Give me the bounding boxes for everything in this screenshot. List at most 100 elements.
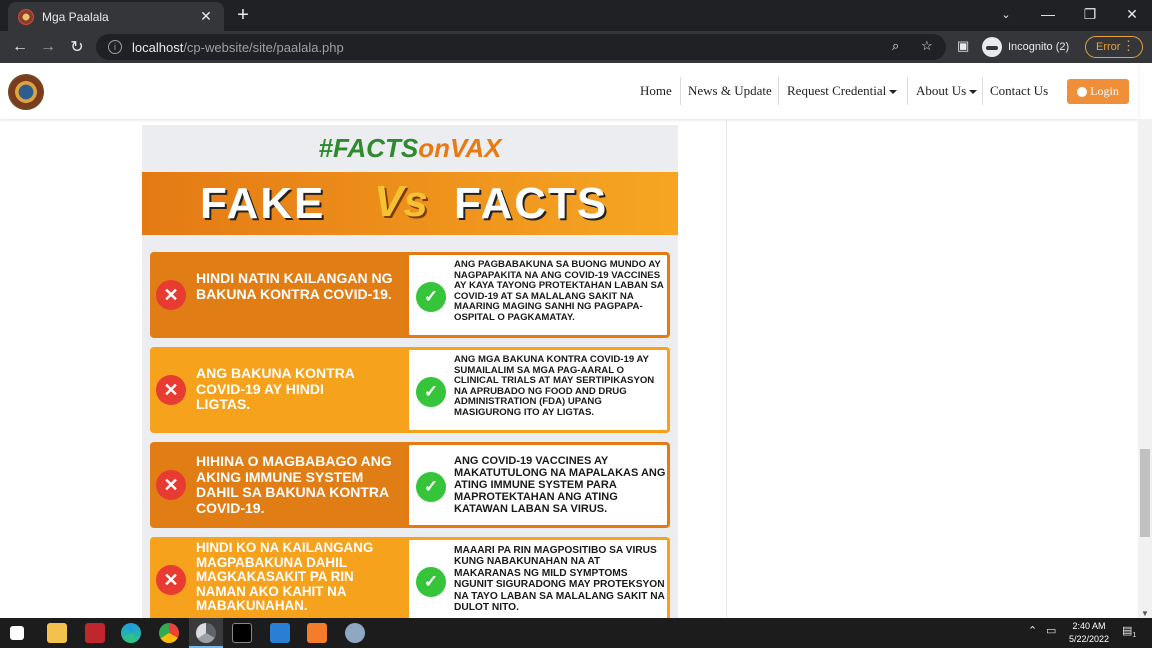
facts-on-vax-poster: #FACTSonVAX FAKE Vs FACTS ✕ HINDI NATIN … [142, 125, 678, 618]
banner-fake: FAKE [200, 179, 326, 228]
vscode-icon[interactable] [270, 623, 290, 643]
hashtag-on: on [418, 133, 450, 163]
incognito-label: Incognito (2) [1008, 41, 1070, 53]
fact-text: MAAARI PA RIN MAGPOSITIBO SA VIRUS KUNG … [454, 545, 665, 614]
hashtag-facts: #FACTS [318, 133, 419, 163]
minimize-button[interactable]: — [1028, 0, 1068, 28]
browser-tab[interactable]: Mga Paalala ✕ [8, 2, 224, 31]
tab-close-icon[interactable]: ✕ [198, 8, 214, 25]
myth-text: HINDI KO NA KAILANGANG MAGPABAKUNA DAHIL… [196, 540, 374, 613]
address-bar[interactable]: i localhost/cp-website/site/paalala.php [96, 34, 946, 60]
notification-icon[interactable]: ▤1 [1122, 624, 1136, 639]
myth-fact-row: ✕ HINDI NATIN KAILANGAN NG BAKUNA KONTRA… [150, 252, 670, 338]
nav-divider [778, 77, 779, 105]
nav-contact-us[interactable]: Contact Us [990, 83, 1048, 99]
bookmark-star-icon[interactable]: ☆ [921, 38, 933, 54]
check-mark-icon: ✓ [416, 472, 446, 502]
new-tab-button[interactable]: + [232, 5, 254, 27]
tray-chevron-up-icon[interactable]: ⌃ [1028, 624, 1037, 637]
tab-search-icon[interactable]: ⌄ [986, 0, 1026, 28]
login-button[interactable]: Login [1067, 79, 1129, 104]
caret-down-icon [969, 90, 978, 95]
login-label: Login [1090, 84, 1119, 98]
x-mark-icon: ✕ [156, 470, 186, 500]
nav-divider [680, 77, 681, 105]
reload-icon[interactable]: ↻ [65, 35, 89, 59]
clock-date: 5/22/2022 [1068, 634, 1110, 644]
fake-vs-facts-banner: FAKE Vs FACTS [142, 172, 678, 235]
hashtag-vax: VAX [449, 133, 502, 163]
nav-request-credential[interactable]: Request Credential [787, 83, 898, 99]
myth-text: HINDI NATIN KAILANGAN NG BAKUNA KONTRA C… [196, 270, 393, 302]
myth-panel: ✕ ANG BAKUNA KONTRA COVID-19 AY HINDI LI… [150, 347, 412, 433]
network-icon[interactable]: ▭ [1046, 624, 1056, 637]
menu-dots-icon[interactable]: ⋮ [1122, 38, 1135, 54]
fact-panel: ✓ ANG COVID-19 VACCINES AY MAKATUTULONG … [406, 442, 670, 528]
app-icon[interactable] [85, 623, 105, 643]
clock-time: 2:40 AM [1072, 621, 1106, 631]
nav-home[interactable]: Home [640, 83, 672, 99]
terminal-icon[interactable] [232, 623, 252, 643]
error-label: Error [1096, 41, 1121, 53]
file-explorer-icon[interactable] [47, 623, 67, 643]
myth-fact-row: ✕ HINDI KO NA KAILANGANG MAGPABAKUNA DAH… [150, 537, 670, 618]
site-logo[interactable] [8, 74, 44, 110]
scrollbar-thumb[interactable] [1140, 449, 1150, 537]
content-divider [726, 119, 727, 618]
restore-button[interactable]: ❐ [1070, 0, 1110, 28]
error-button[interactable]: Error ⋮ [1085, 36, 1143, 58]
x-mark-icon: ✕ [156, 280, 186, 310]
check-mark-icon: ✓ [416, 377, 446, 407]
url-path: /cp-website/site/paalala.php [183, 39, 344, 55]
notification-count: 1 [1132, 632, 1137, 640]
nav-divider [907, 77, 908, 105]
x-mark-icon: ✕ [156, 565, 186, 595]
app-icon[interactable] [345, 623, 365, 643]
nav-news[interactable]: News & Update [688, 83, 772, 99]
incognito-indicator[interactable]: Incognito (2) [982, 35, 1069, 59]
myth-fact-row: ✕ ANG BAKUNA KONTRA COVID-19 AY HINDI LI… [150, 347, 670, 433]
chrome-icon[interactable] [159, 623, 179, 643]
check-mark-icon: ✓ [416, 282, 446, 312]
side-panel-icon[interactable]: ▣ [957, 38, 969, 54]
edge-browser-icon[interactable] [121, 623, 141, 643]
fact-text: ANG MGA BAKUNA KONTRA COVID-19 AY SUMAIL… [454, 354, 655, 418]
nav-divider [982, 77, 983, 105]
check-mark-icon: ✓ [416, 567, 446, 597]
xampp-icon[interactable] [307, 623, 327, 643]
banner-vs: Vs [374, 177, 428, 226]
fact-panel: ✓ MAAARI PA RIN MAGPOSITIBO SA VIRUS KUN… [406, 537, 670, 618]
page-scrollbar[interactable]: ▼ [1138, 119, 1152, 618]
system-clock[interactable]: 2:40 AM 5/22/2022 [1062, 620, 1116, 646]
page-viewport: Home News & Update Request Credential Ab… [0, 63, 1152, 618]
site-favicon-icon [18, 8, 34, 25]
close-window-button[interactable]: ✕ [1112, 0, 1152, 28]
myth-fact-row: ✕ HIHINA O MAGBABAGO ANG AKING IMMUNE SY… [150, 442, 670, 528]
url-host: localhost [132, 39, 184, 55]
myth-panel: ✕ HIHINA O MAGBABAGO ANG AKING IMMUNE SY… [150, 442, 412, 528]
site-info-icon[interactable]: i [108, 40, 122, 54]
nav-about-label: About Us [916, 83, 967, 98]
tab-strip: Mga Paalala ✕ + ⌄ — ❐ ✕ [0, 0, 1152, 31]
scroll-down-arrow-icon[interactable]: ▼ [1141, 609, 1149, 618]
zoom-icon[interactable]: ⌕ [892, 38, 899, 54]
fact-text: ANG PAGBABAKUNA SA BUONG MUNDO AY NAGPAP… [454, 259, 664, 323]
x-mark-icon: ✕ [156, 375, 186, 405]
nav-about-us[interactable]: About Us [916, 83, 978, 99]
browser-toolbar: ← → ↻ i localhost/cp-website/site/paalal… [0, 31, 1152, 63]
caret-down-icon [889, 90, 898, 95]
back-icon[interactable]: ← [8, 35, 32, 59]
myth-text: ANG BAKUNA KONTRA COVID-19 AY HINDI LIGT… [196, 365, 355, 412]
fact-panel: ✓ ANG MGA BAKUNA KONTRA COVID-19 AY SUMA… [406, 347, 670, 433]
site-navbar: Home News & Update Request Credential Ab… [0, 63, 1138, 119]
windows-start-icon[interactable] [10, 626, 24, 640]
myth-panel: ✕ HINDI KO NA KAILANGANG MAGPABAKUNA DAH… [150, 537, 412, 618]
forward-icon[interactable]: → [36, 35, 60, 59]
chrome-incognito-icon[interactable] [196, 623, 216, 643]
windows-taskbar: ⌃ ▭ 2:40 AM 5/22/2022 ▤1 [0, 618, 1152, 648]
incognito-icon [982, 37, 1002, 57]
poster-hashtag: #FACTSonVAX [142, 133, 678, 164]
fact-panel: ✓ ANG PAGBABAKUNA SA BUONG MUNDO AY NAGP… [406, 252, 670, 338]
fact-text: ANG COVID-19 VACCINES AY MAKATUTULONG NA… [454, 455, 666, 515]
tab-title: Mga Paalala [42, 9, 109, 24]
